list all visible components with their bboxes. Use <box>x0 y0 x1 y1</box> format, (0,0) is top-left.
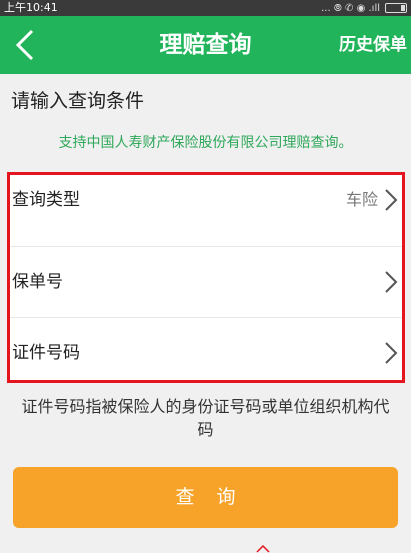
form-row-id-number[interactable]: 证件号码 <box>10 317 402 380</box>
status-bar: 上午10:41 ... ⦾ ✆ ◉ .ıll <box>0 0 411 16</box>
chevron-right-icon <box>385 342 398 364</box>
section-header: 请输入查询条件 支持中国人寿财产保险股份有限公司理赔查询。 <box>0 74 411 164</box>
section-subtitle: 支持中国人寿财产保险股份有限公司理赔查询。 <box>58 135 353 151</box>
id-number-hint: 证件号码指被保险人的身份证号码或单位组织机构代码 <box>21 397 390 439</box>
chevron-right-icon <box>385 271 398 293</box>
chevron-right-icon <box>385 189 398 211</box>
nav-bar: 理赔查询 历史保单 <box>0 16 411 74</box>
section-title: 请输入查询条件 <box>11 90 145 112</box>
history-policy-button[interactable]: 历史保单 <box>339 16 407 74</box>
form-row-query-type[interactable]: 查询类型 车险 <box>10 175 402 246</box>
red-mark-icon <box>256 545 270 553</box>
form-row-policy-number[interactable]: 保单号 <box>10 246 402 317</box>
status-icons-text: ... ⦾ ✆ ◉ .ıll <box>321 2 380 14</box>
chevron-left-icon <box>15 29 34 61</box>
row-label: 查询类型 <box>12 190 80 210</box>
row-label: 证件号码 <box>12 343 80 363</box>
bottom-area <box>0 540 411 553</box>
query-form: 查询类型 车险 保单号 证件号码 <box>7 172 405 383</box>
row-label: 保单号 <box>12 272 63 292</box>
status-indicators: ... ⦾ ✆ ◉ .ıll <box>321 0 407 16</box>
row-value: 车险 <box>345 190 378 209</box>
battery-icon <box>385 3 407 13</box>
query-button[interactable]: 查询 <box>13 467 398 528</box>
status-time: 上午10:41 <box>4 1 58 14</box>
back-button[interactable] <box>10 28 42 62</box>
